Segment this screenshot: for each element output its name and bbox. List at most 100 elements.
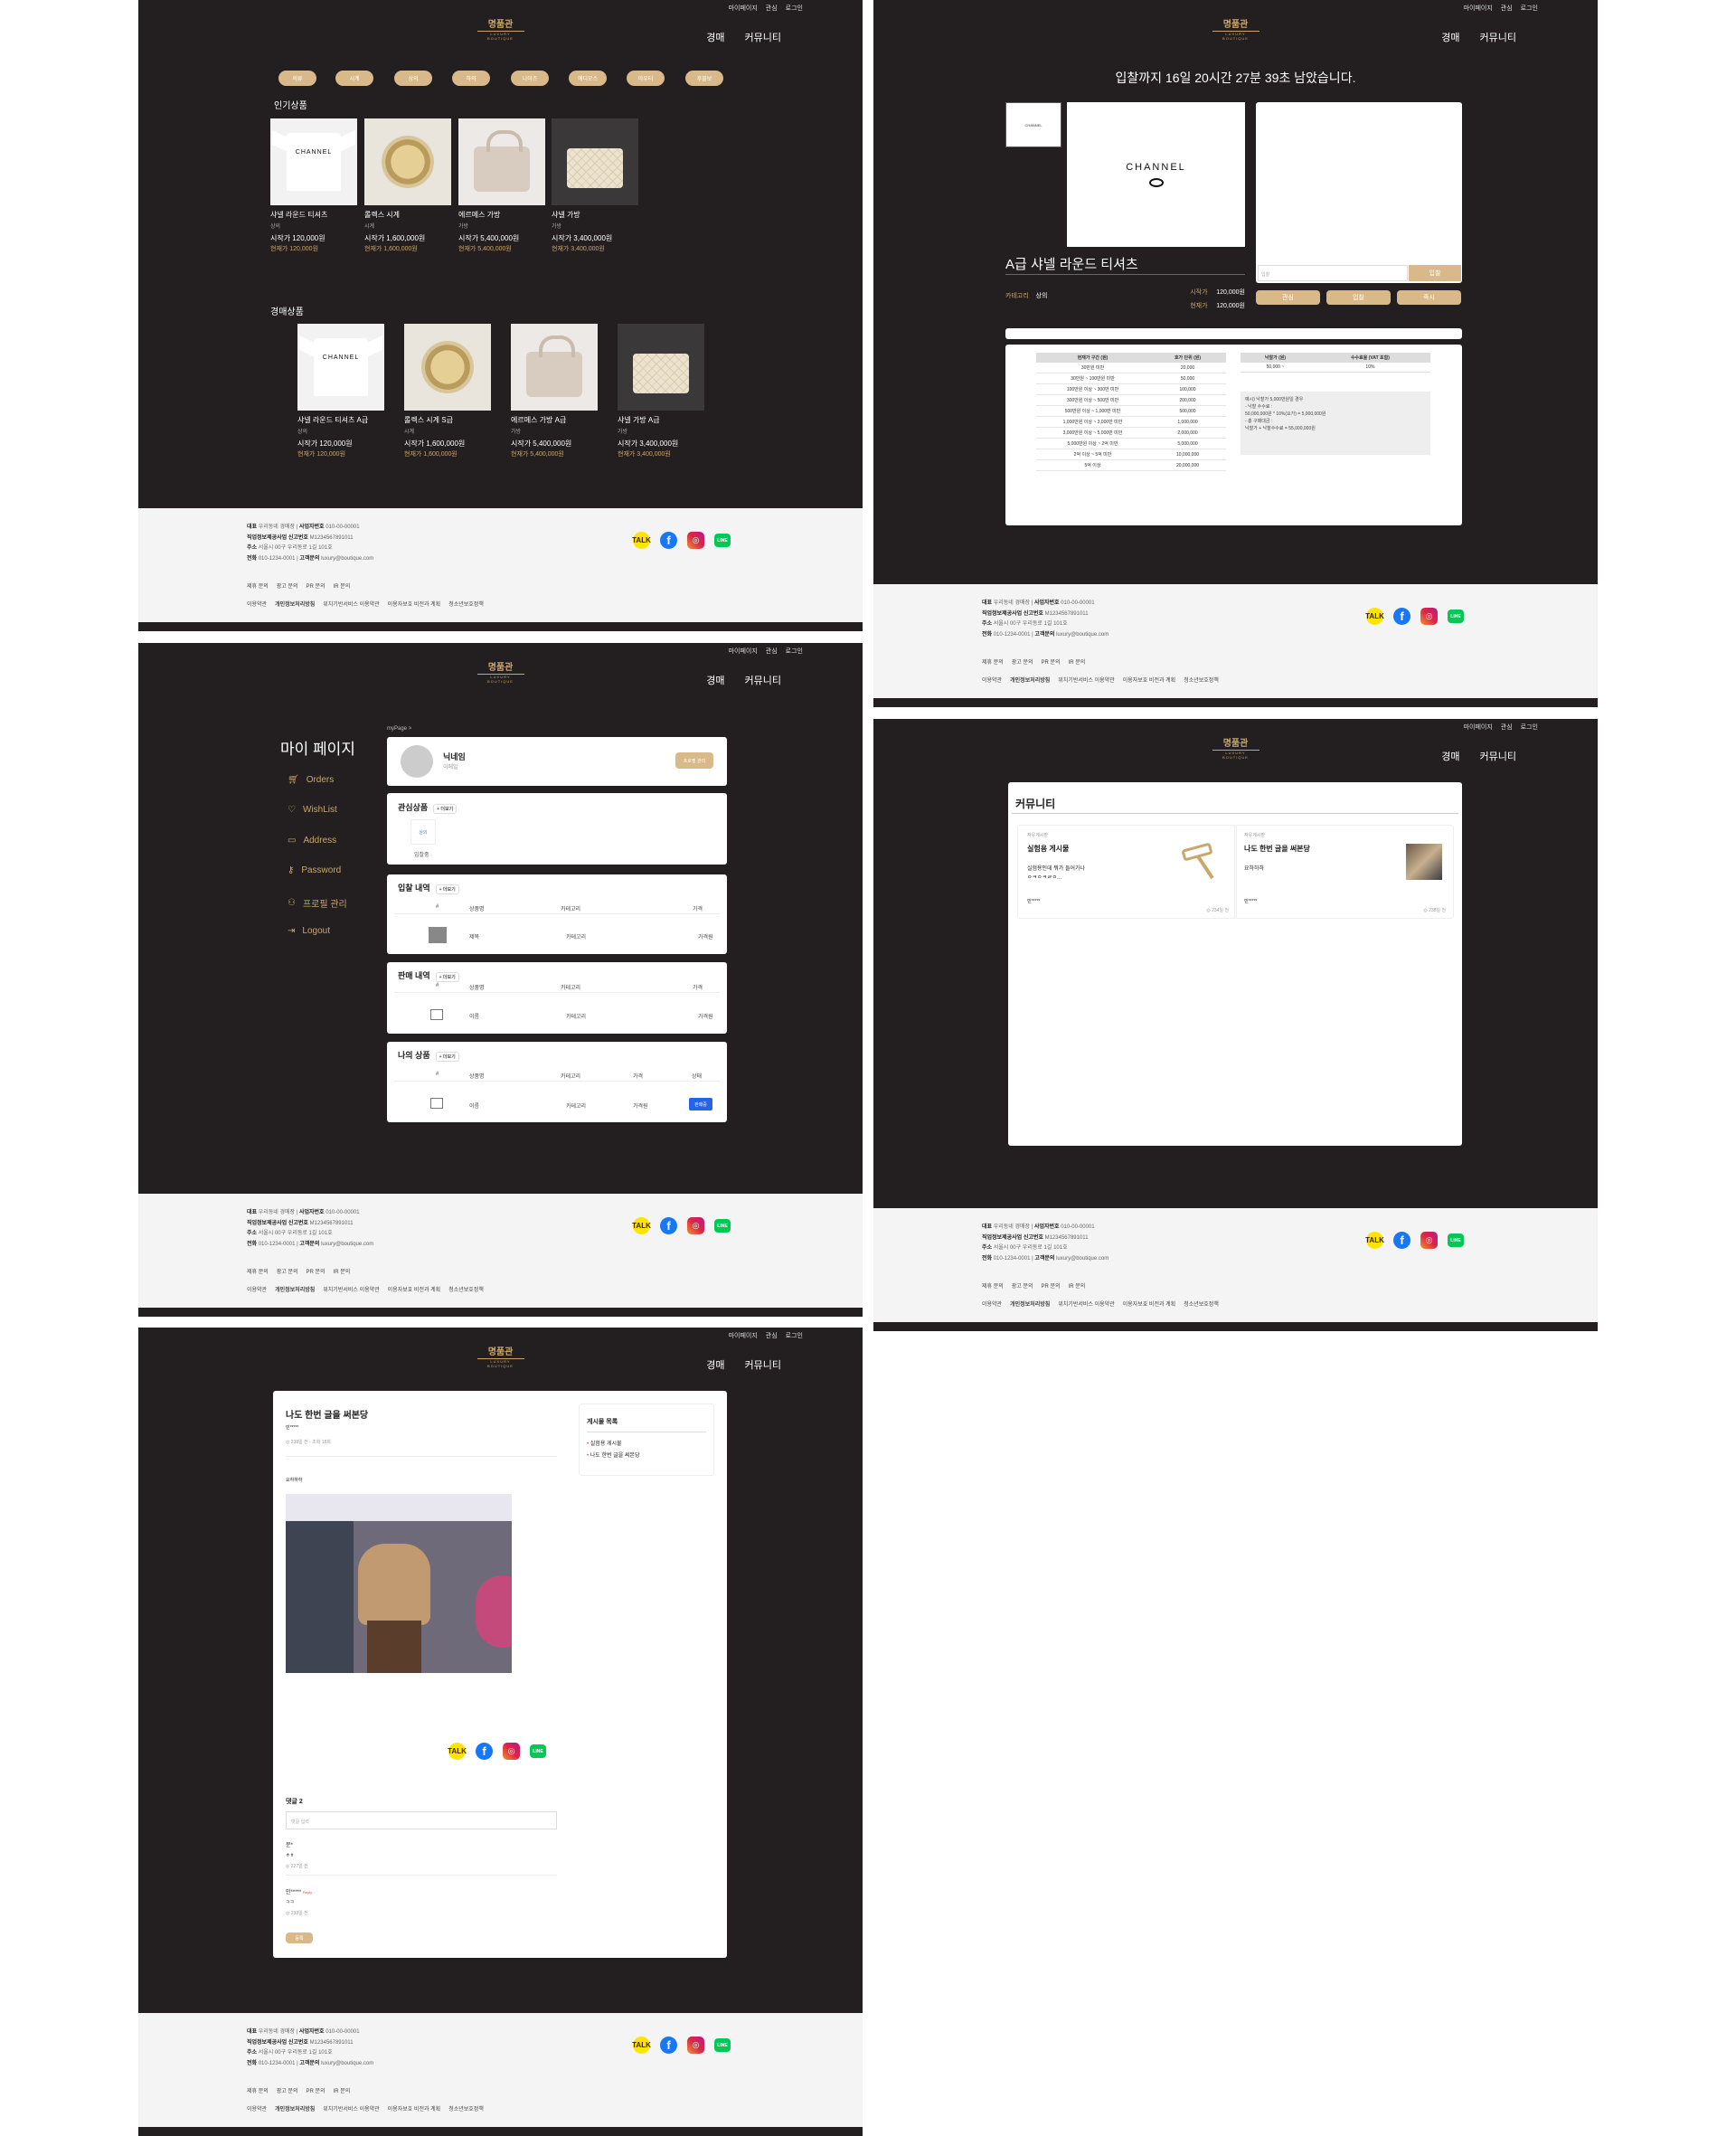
instagram-icon[interactable]: ◎ — [1420, 608, 1438, 625]
category-chip[interactable]: 나이즈 — [511, 71, 549, 86]
nav-mypage[interactable]: 마이페이지 — [729, 4, 758, 13]
menu-password[interactable]: ⚷ Password — [288, 865, 341, 875]
comment-submit-button[interactable]: 등록 — [286, 1933, 313, 1943]
instagram-icon[interactable]: ◎ — [687, 532, 704, 549]
user-icon: ⚇ — [288, 898, 296, 908]
logo[interactable]: 명품관 LUXURY BOUTIQUE — [1212, 735, 1260, 760]
increment-cell: 20,000,000 — [1149, 459, 1226, 471]
line-icon[interactable]: LINE — [1448, 610, 1464, 623]
popular-product[interactable]: 샤넬 가방 가방 시작가 3,400,000원 현재가 3,400,000원 — [552, 118, 638, 253]
increment-cell: 50,000 — [1149, 373, 1226, 384]
menu-wishlist[interactable]: ♡ WishList — [288, 805, 337, 815]
wish-item-thumb[interactable]: 상의 — [410, 819, 436, 845]
status-button[interactable]: 판매중 — [689, 1098, 712, 1111]
nickname: 닉네임 — [443, 752, 466, 761]
post-page: 마이페이지 관심 로그인 명품관 LUXURY BOUTIQUE 경매 커뮤니티 나도 … — [138, 1328, 863, 2136]
category-chip[interactable]: 에디오스 — [569, 71, 607, 86]
category-chip[interactable]: 후불보 — [685, 71, 723, 86]
comment-input[interactable]: 댓글 입력 — [286, 1811, 557, 1829]
facebook-icon[interactable]: f — [660, 2037, 677, 2054]
thumbnail[interactable]: CHANNEL — [1005, 102, 1061, 147]
post-card[interactable]: 자유게시판 나도 한번 글을 써본당 요하하하 민***** ◎ 238일 전 — [1234, 825, 1454, 919]
kakao-icon[interactable]: TALK — [632, 2037, 651, 2054]
category-chip[interactable]: 상의 — [394, 71, 432, 86]
community-board: 커뮤니티 자유게시판 실험용 게시물 실험용인데 뭐가 들어가나 ㅇㅋㅇㅋㄹㅇ.… — [1008, 782, 1462, 1146]
category-chip[interactable]: 의류 — [278, 71, 316, 86]
kakao-icon[interactable]: TALK — [632, 532, 651, 549]
category-chip[interactable]: 시계 — [335, 71, 373, 86]
logo[interactable]: 명품관 LUXURY BOUTIQUE — [476, 1344, 524, 1368]
auction-product[interactable]: 에르메스 가방 A급 가방 시작가 5,400,000원 현재가 5,400,0… — [511, 324, 598, 458]
post-body: 요하하하 — [286, 1478, 303, 1483]
image-placeholder-icon — [430, 1098, 443, 1109]
line-icon[interactable]: LINE — [714, 2038, 731, 2052]
price-range-cell: 100만원 이상 ~ 300만 미만 — [1036, 383, 1149, 395]
logo[interactable]: 명품관 LUXURY BOUTIQUE — [476, 16, 524, 41]
bid-submit-button[interactable]: 입찰 — [1409, 265, 1461, 281]
logo[interactable]: 명품관 LUXURY BOUTIQUE — [476, 659, 524, 684]
wish-button[interactable]: 관심 — [1256, 290, 1320, 305]
popular-product[interactable]: CHANNEL 샤넬 라운드 티셔츠 상의 시작가 120,000원 현재가 1… — [270, 118, 357, 253]
menu-orders[interactable]: 🛒︎ Orders — [288, 775, 334, 785]
category-chip[interactable]: 아우터 — [627, 71, 665, 86]
board-title: 커뮤니티 — [1015, 798, 1056, 810]
auction-product[interactable]: 샤넬 가방 A급 가방 시작가 3,400,000원 현재가 3,400,000… — [618, 324, 704, 458]
post-card[interactable]: 자유게시판 실험용 게시물 실험용인데 뭐가 들어가나 ㅇㅋㅇㅋㄹㅇ... 민*… — [1017, 825, 1237, 919]
instagram-icon[interactable]: ◎ — [503, 1743, 520, 1760]
facebook-icon[interactable]: f — [476, 1743, 493, 1760]
price-block: 시작가 120,000원 현재가 120,000원 — [1190, 289, 1245, 309]
sidebar-post-link[interactable]: • 실험용 게시물 — [587, 1439, 622, 1447]
auction-product[interactable]: 롤렉스 시계 S급 시계 시작가 1,600,000원 현재가 1,600,00… — [404, 324, 491, 458]
nav-community[interactable]: 커뮤니티 — [745, 30, 781, 44]
buy-now-button[interactable]: 즉시 — [1397, 290, 1461, 305]
more-button[interactable]: + 더보기 — [433, 804, 458, 814]
auction-product[interactable]: CHANNEL 샤넬 라운드 티셔츠 A급 상의 시작가 120,000원 현재… — [297, 324, 384, 458]
facebook-icon[interactable]: f — [660, 532, 677, 549]
increment-cell: 100,000 — [1149, 383, 1226, 395]
bid-button[interactable]: 입찰 — [1326, 290, 1391, 305]
kakao-icon[interactable]: TALK — [632, 1217, 651, 1234]
increment-row: 5억 이상 20,000,000 — [1036, 459, 1226, 471]
increment-cell: 5,000,000 — [1149, 438, 1226, 449]
product-image — [458, 118, 545, 205]
social-links: TALK f ◎ LINE — [632, 532, 731, 549]
sell-history-card: 판매 내역 + 더보기 # 상품명 카테고리 가격 이름 카테고리 가격원 — [387, 962, 727, 1034]
facebook-icon[interactable]: f — [1393, 1232, 1410, 1249]
menu-address[interactable]: ▭ Address — [288, 836, 336, 846]
menu-profile[interactable]: ⚇ 프로필 관리 — [288, 896, 347, 910]
facebook-icon[interactable]: f — [1393, 608, 1410, 625]
facebook-icon[interactable]: f — [660, 1217, 677, 1234]
profile-manage-button[interactable]: 프로필 관리 — [675, 752, 713, 769]
main-nav: 경매 커뮤니티 — [706, 30, 781, 44]
line-icon[interactable]: LINE — [530, 1744, 546, 1758]
increment-row: 500만원 이상 ~ 1,000만 미만 500,000 — [1036, 405, 1226, 417]
comment-user: 민***** Reply — [286, 1890, 313, 1895]
instagram-icon[interactable]: ◎ — [1420, 1232, 1438, 1249]
popular-product[interactable]: 롤렉스 시계 시계 시작가 1,600,000원 현재가 1,600,000원 — [364, 118, 451, 253]
price-range-cell: 30만원 미만 — [1036, 363, 1149, 373]
bid-input[interactable]: 입찰 — [1258, 265, 1408, 281]
increment-row: 3,000만원 이상 ~ 5,000만 미만 2,000,000 — [1036, 427, 1226, 439]
price-range-cell: 5,000만원 이상 ~ 2억 미만 — [1036, 438, 1149, 449]
popular-product[interactable]: 에르메스 가방 가방 시작가 5,400,000원 현재가 5,400,000원 — [458, 118, 545, 253]
price-range-cell: 3,000만원 이상 ~ 5,000만 미만 — [1036, 427, 1149, 439]
nav-login[interactable]: 로그인 — [786, 4, 803, 13]
kakao-icon[interactable]: TALK — [448, 1743, 467, 1760]
sidebar-post-link[interactable]: • 나도 한번 글을 써본당 — [587, 1451, 639, 1459]
line-icon[interactable]: LINE — [1448, 1233, 1464, 1247]
nav-auction[interactable]: 경매 — [706, 30, 724, 44]
line-icon[interactable]: LINE — [714, 534, 731, 547]
category-chip[interactable]: 하의 — [452, 71, 490, 86]
instagram-icon[interactable]: ◎ — [687, 2037, 704, 2054]
line-icon[interactable]: LINE — [714, 1219, 731, 1233]
post-author: 민***** — [286, 1425, 299, 1431]
row-thumb — [429, 927, 447, 943]
logo[interactable]: 명품관 LUXURY BOUTIQUE — [1212, 16, 1260, 41]
menu-logout[interactable]: ⇥ Logout — [288, 926, 330, 936]
increment-cell: 20,000 — [1149, 363, 1226, 373]
mypage: 마이페이지 관심 로그인 명품관 LUXURY BOUTIQUE 경매 커뮤니티 마이 … — [138, 643, 863, 1317]
nav-wish[interactable]: 관심 — [766, 4, 778, 13]
kakao-icon[interactable]: TALK — [1365, 1232, 1384, 1249]
instagram-icon[interactable]: ◎ — [687, 1217, 704, 1234]
kakao-icon[interactable]: TALK — [1365, 608, 1384, 625]
